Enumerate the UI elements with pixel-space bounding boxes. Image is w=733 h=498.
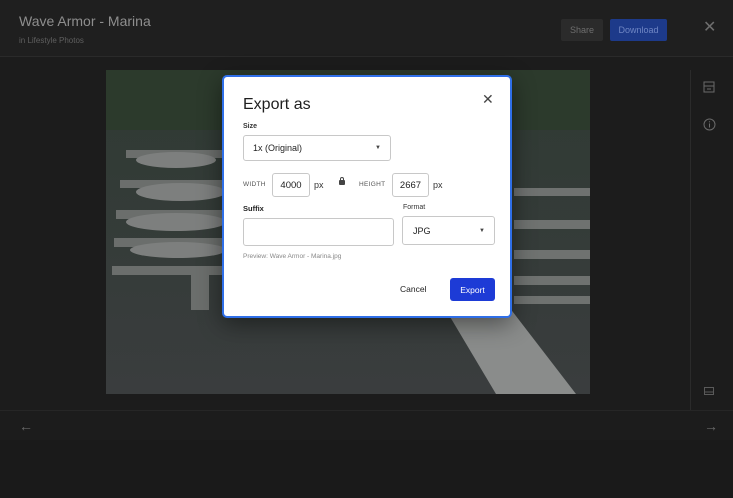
width-unit: px [314, 180, 324, 190]
sidebar-divider [690, 70, 691, 410]
height-input[interactable]: 2667 [392, 173, 429, 197]
export-dialog: Export as ✕ Size 1x (Original) ▼ WIDTH 4… [222, 75, 512, 318]
suffix-label: Suffix [243, 204, 264, 213]
cancel-button[interactable]: Cancel [400, 284, 426, 294]
photo-collection[interactable]: in Lifestyle Photos [19, 36, 84, 45]
height-label: HEIGHT [359, 181, 386, 188]
size-label: Size [243, 123, 258, 130]
filename-preview: Preview: Wave Armor - Marina.jpg [243, 253, 342, 260]
width-label: WIDTH [243, 181, 266, 188]
suffix-input[interactable] [243, 218, 394, 246]
thumbnail-strip [0, 440, 733, 498]
download-button[interactable]: Download [610, 19, 667, 41]
close-viewer-icon[interactable]: ✕ [703, 20, 716, 36]
format-select[interactable]: JPG ▼ [402, 216, 495, 245]
size-select-value: 1x (Original) [253, 143, 303, 153]
next-arrow-icon[interactable]: → [704, 418, 718, 434]
bottom-divider [0, 410, 733, 411]
dialog-close-icon[interactable]: ✕ [482, 91, 494, 108]
archive-icon[interactable] [700, 78, 718, 96]
export-button[interactable]: Export [450, 278, 495, 301]
chevron-down-icon: ▼ [479, 228, 485, 234]
size-select[interactable]: 1x (Original) ▼ [243, 135, 391, 161]
viewer-header: Wave Armor - Marina in Lifestyle Photos … [0, 0, 733, 57]
photo-title: Wave Armor - Marina [19, 13, 151, 29]
height-unit: px [433, 180, 443, 190]
share-button[interactable]: Share [561, 19, 603, 41]
previous-arrow-icon[interactable]: ← [19, 418, 33, 434]
width-input[interactable]: 4000 [272, 173, 310, 197]
chevron-down-icon: ▼ [375, 145, 381, 151]
info-icon[interactable] [700, 115, 718, 133]
format-label: Format [403, 204, 426, 211]
format-select-value: JPG [413, 226, 431, 236]
lock-aspect-icon[interactable] [339, 177, 345, 185]
dialog-title: Export as [243, 96, 311, 113]
filmstrip-icon[interactable] [700, 382, 718, 400]
